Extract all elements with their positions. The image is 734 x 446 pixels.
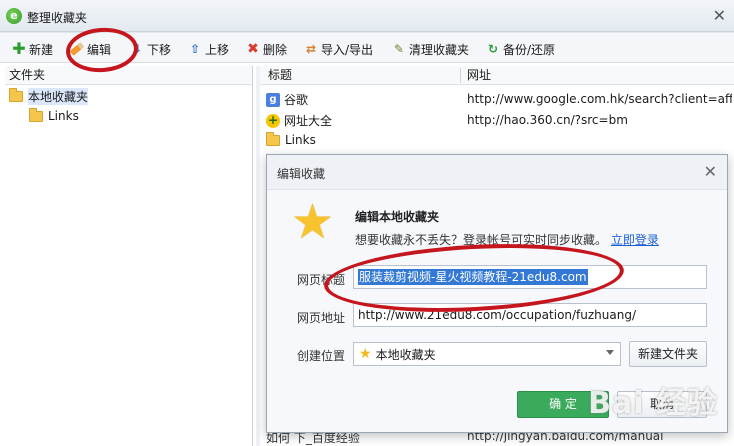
clean-label: 清理收藏夹 <box>409 42 470 57</box>
row-title: 网址大全 <box>284 114 333 128</box>
toolbar: ✚ 新建 编辑 ⇩ 下移 ⇧ 上移 ✖ 删除 ⇄ 导入/导出 ✎ 清理收藏夹 ↻ <box>0 33 734 63</box>
column-header-title[interactable]: 标题 <box>268 66 292 85</box>
import-export-icon: ⇄ <box>305 42 317 56</box>
new-button[interactable]: ✚ 新建 <box>12 40 53 58</box>
folder-item-local-favorites[interactable]: 本地收藏夹 <box>9 87 89 105</box>
row-title: Links <box>285 133 316 147</box>
backup-label: 备份/还原 <box>503 42 556 57</box>
page-title-input[interactable]: 服装裁剪视频-星火视频教程-21edu8.com <box>353 265 707 289</box>
move-up-label: 上移 <box>205 42 230 57</box>
new-folder-button[interactable]: 新建文件夹 <box>629 341 707 367</box>
row-title: 谷歌 <box>284 93 309 107</box>
import-export-button[interactable]: ⇄ 导入/导出 <box>304 40 373 58</box>
google-icon: g <box>266 92 280 107</box>
login-link[interactable]: 立即登录 <box>611 233 659 247</box>
folder-icon <box>266 131 280 146</box>
page-url-input[interactable]: http://www.21edu8.com/occupation/fuzhuan… <box>353 303 707 327</box>
star-icon: ★ <box>291 194 335 250</box>
baidu-jingyan-watermark: Bai 经验 <box>588 386 718 421</box>
row-url: http://hao.360.cn/?src=bm <box>467 113 628 127</box>
import-export-label: 导入/导出 <box>321 42 374 57</box>
location-label: 创建位置 <box>297 349 346 363</box>
delete-label: 删除 <box>263 42 288 57</box>
column-header-url[interactable]: 网址 <box>467 66 491 85</box>
backup-restore-button[interactable]: ↻ 备份/还原 <box>486 40 555 58</box>
delete-x-icon: ✖ <box>247 41 259 57</box>
sync-hint-text: 想要收藏永不丢失？登录帐号可实时同步收藏。 <box>355 233 608 247</box>
hao360-icon: + <box>266 112 280 128</box>
window-titlebar: e 整理收藏夹 ✕ <box>0 0 734 32</box>
dialog-title: 编辑收藏 <box>277 167 326 181</box>
move-up-button[interactable]: ⇧ 上移 <box>188 40 229 58</box>
row-url: http://www.google.com.hk/search?client=a… <box>467 92 732 106</box>
move-down-label: 下移 <box>147 42 172 57</box>
folder-icon <box>9 87 23 102</box>
window-title: 整理收藏夹 <box>27 11 88 25</box>
star-small-icon: ★ <box>359 346 372 362</box>
folder-item-links[interactable]: Links <box>29 107 79 125</box>
broom-icon: ✎ <box>393 42 405 56</box>
refresh-icon: ↻ <box>487 42 499 56</box>
clean-favorites-button[interactable]: ✎ 清理收藏夹 <box>392 40 469 58</box>
dialog-subtitle: 想要收藏永不丢失？登录帐号可实时同步收藏。 立即登录 <box>355 231 659 248</box>
page-title-value: 服装裁剪视频-星火视频教程-21edu8.com <box>358 269 588 285</box>
delete-button[interactable]: ✖ 删除 <box>246 40 287 58</box>
pencil-icon <box>69 42 85 56</box>
dialog-heading: 编辑本地收藏夹 <box>355 210 440 224</box>
edit-label: 编辑 <box>87 42 112 57</box>
folder-icon <box>29 107 43 122</box>
folder-item-label: Links <box>48 109 79 123</box>
arrow-up-icon: ⇧ <box>189 42 201 56</box>
folder-pane: 文件夹 本地收藏夹 Links <box>5 66 253 446</box>
arrow-down-icon: ⇩ <box>131 42 143 56</box>
new-label: 新建 <box>29 42 54 57</box>
dialog-close-icon[interactable]: ✕ <box>704 162 717 181</box>
organize-favorites-window: e 整理收藏夹 ✕ ✚ 新建 编辑 ⇩ 下移 ⇧ 上移 ✖ 删除 ⇄ 导入/导出 <box>0 0 734 446</box>
move-down-button[interactable]: ⇩ 下移 <box>130 40 171 58</box>
window-close-icon[interactable]: ✕ <box>713 6 726 25</box>
folder-pane-header: 文件夹 <box>5 66 252 85</box>
dropdown-arrow-icon <box>606 350 614 355</box>
folder-item-label: 本地收藏夹 <box>28 87 89 105</box>
location-value: 本地收藏夹 <box>375 347 436 362</box>
dialog-titlebar: 编辑收藏 ✕ <box>267 155 727 190</box>
list-item[interactable]: + 网址大全 http://hao.360.cn/?src=bm <box>260 110 734 131</box>
list-header: 标题 网址 <box>260 66 734 85</box>
column-divider[interactable] <box>460 68 461 83</box>
list-item[interactable]: Links <box>260 131 734 152</box>
page-title-label: 网页标题 <box>297 273 346 287</box>
location-select[interactable]: ★ 本地收藏夹 <box>353 342 621 366</box>
plus-icon: ✚ <box>12 39 26 58</box>
list-item[interactable]: g 谷歌 http://www.google.com.hk/search?clie… <box>260 89 734 110</box>
edit-button[interactable]: 编辑 <box>69 40 112 58</box>
browser-logo-icon: e <box>6 8 22 24</box>
page-url-label: 网页地址 <box>297 311 346 325</box>
